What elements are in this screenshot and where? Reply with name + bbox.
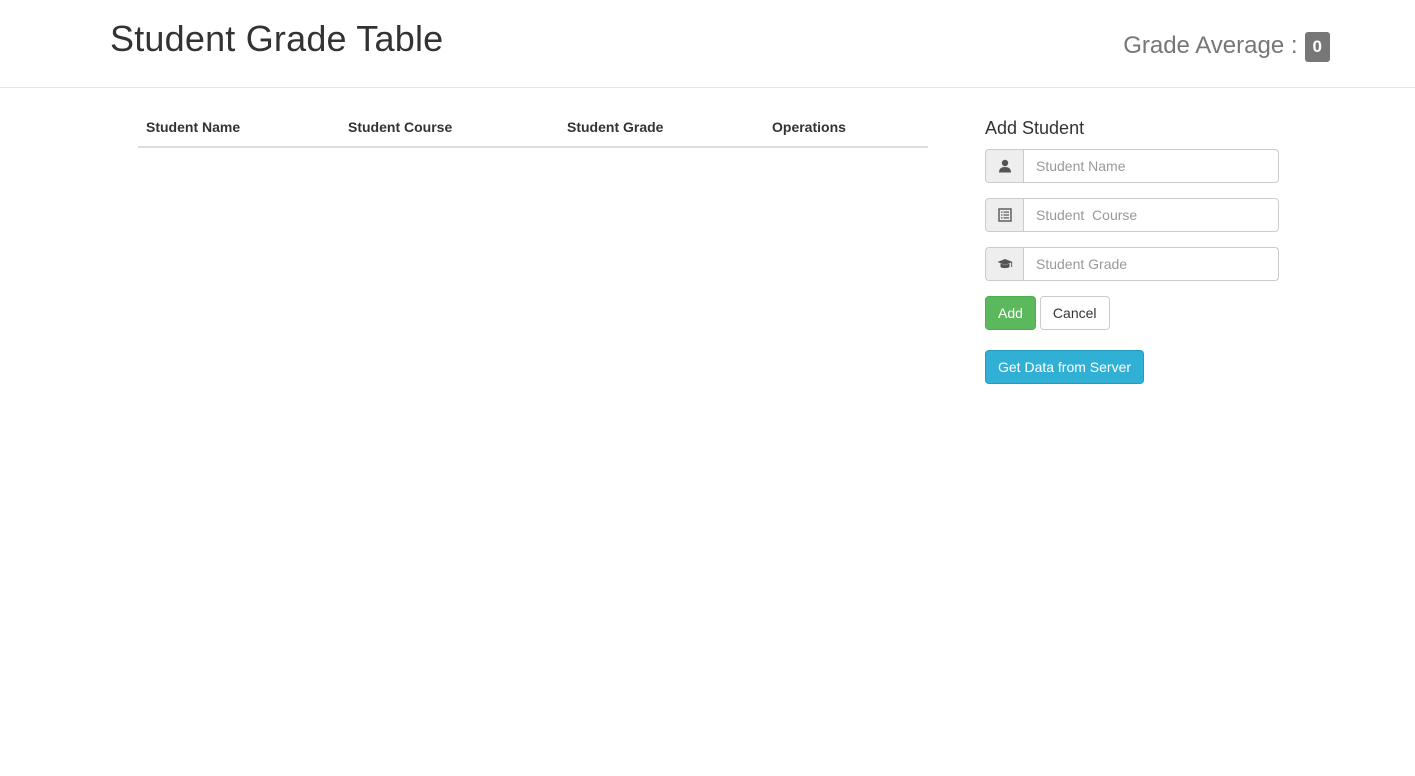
table-head: Student Name Student Course Student Grad…: [138, 108, 928, 148]
column-header-student-name: Student Name: [138, 108, 340, 148]
get-data-from-server-button[interactable]: Get Data from Server: [985, 350, 1145, 384]
student-name-input[interactable]: [1023, 149, 1279, 183]
user-icon: [985, 149, 1023, 183]
cancel-button[interactable]: Cancel: [1039, 296, 1110, 330]
student-name-group: [985, 149, 1279, 183]
page-title: Student Grade Table: [110, 18, 444, 59]
grade-average-label: Grade Average :: [1123, 32, 1298, 59]
list-alt-icon: [985, 198, 1023, 232]
form-actions: Add Cancel: [985, 296, 1279, 330]
page-header: Student Grade Table Grade Average : 0: [0, 0, 1415, 88]
table-header-row: Student Name Student Course Student Grad…: [138, 108, 928, 148]
column-header-operations: Operations: [764, 108, 928, 148]
student-course-group: [985, 198, 1279, 232]
grade-average-badge: 0: [1304, 32, 1330, 62]
column-header-student-grade: Student Grade: [559, 108, 764, 148]
student-course-input[interactable]: [1023, 198, 1279, 232]
grade-average: Grade Average : 0: [1123, 30, 1330, 62]
add-button[interactable]: Add: [985, 296, 1036, 330]
column-header-student-course: Student Course: [340, 108, 559, 148]
add-student-panel: Add Student Student Name Student Course …: [985, 116, 1279, 384]
student-grade-group: [985, 247, 1279, 281]
education-icon: [985, 247, 1023, 281]
student-grade-input[interactable]: [1023, 247, 1279, 281]
add-student-title: Add Student: [985, 118, 1085, 138]
student-grade-table: Student Name Student Course Student Grad…: [138, 108, 928, 148]
